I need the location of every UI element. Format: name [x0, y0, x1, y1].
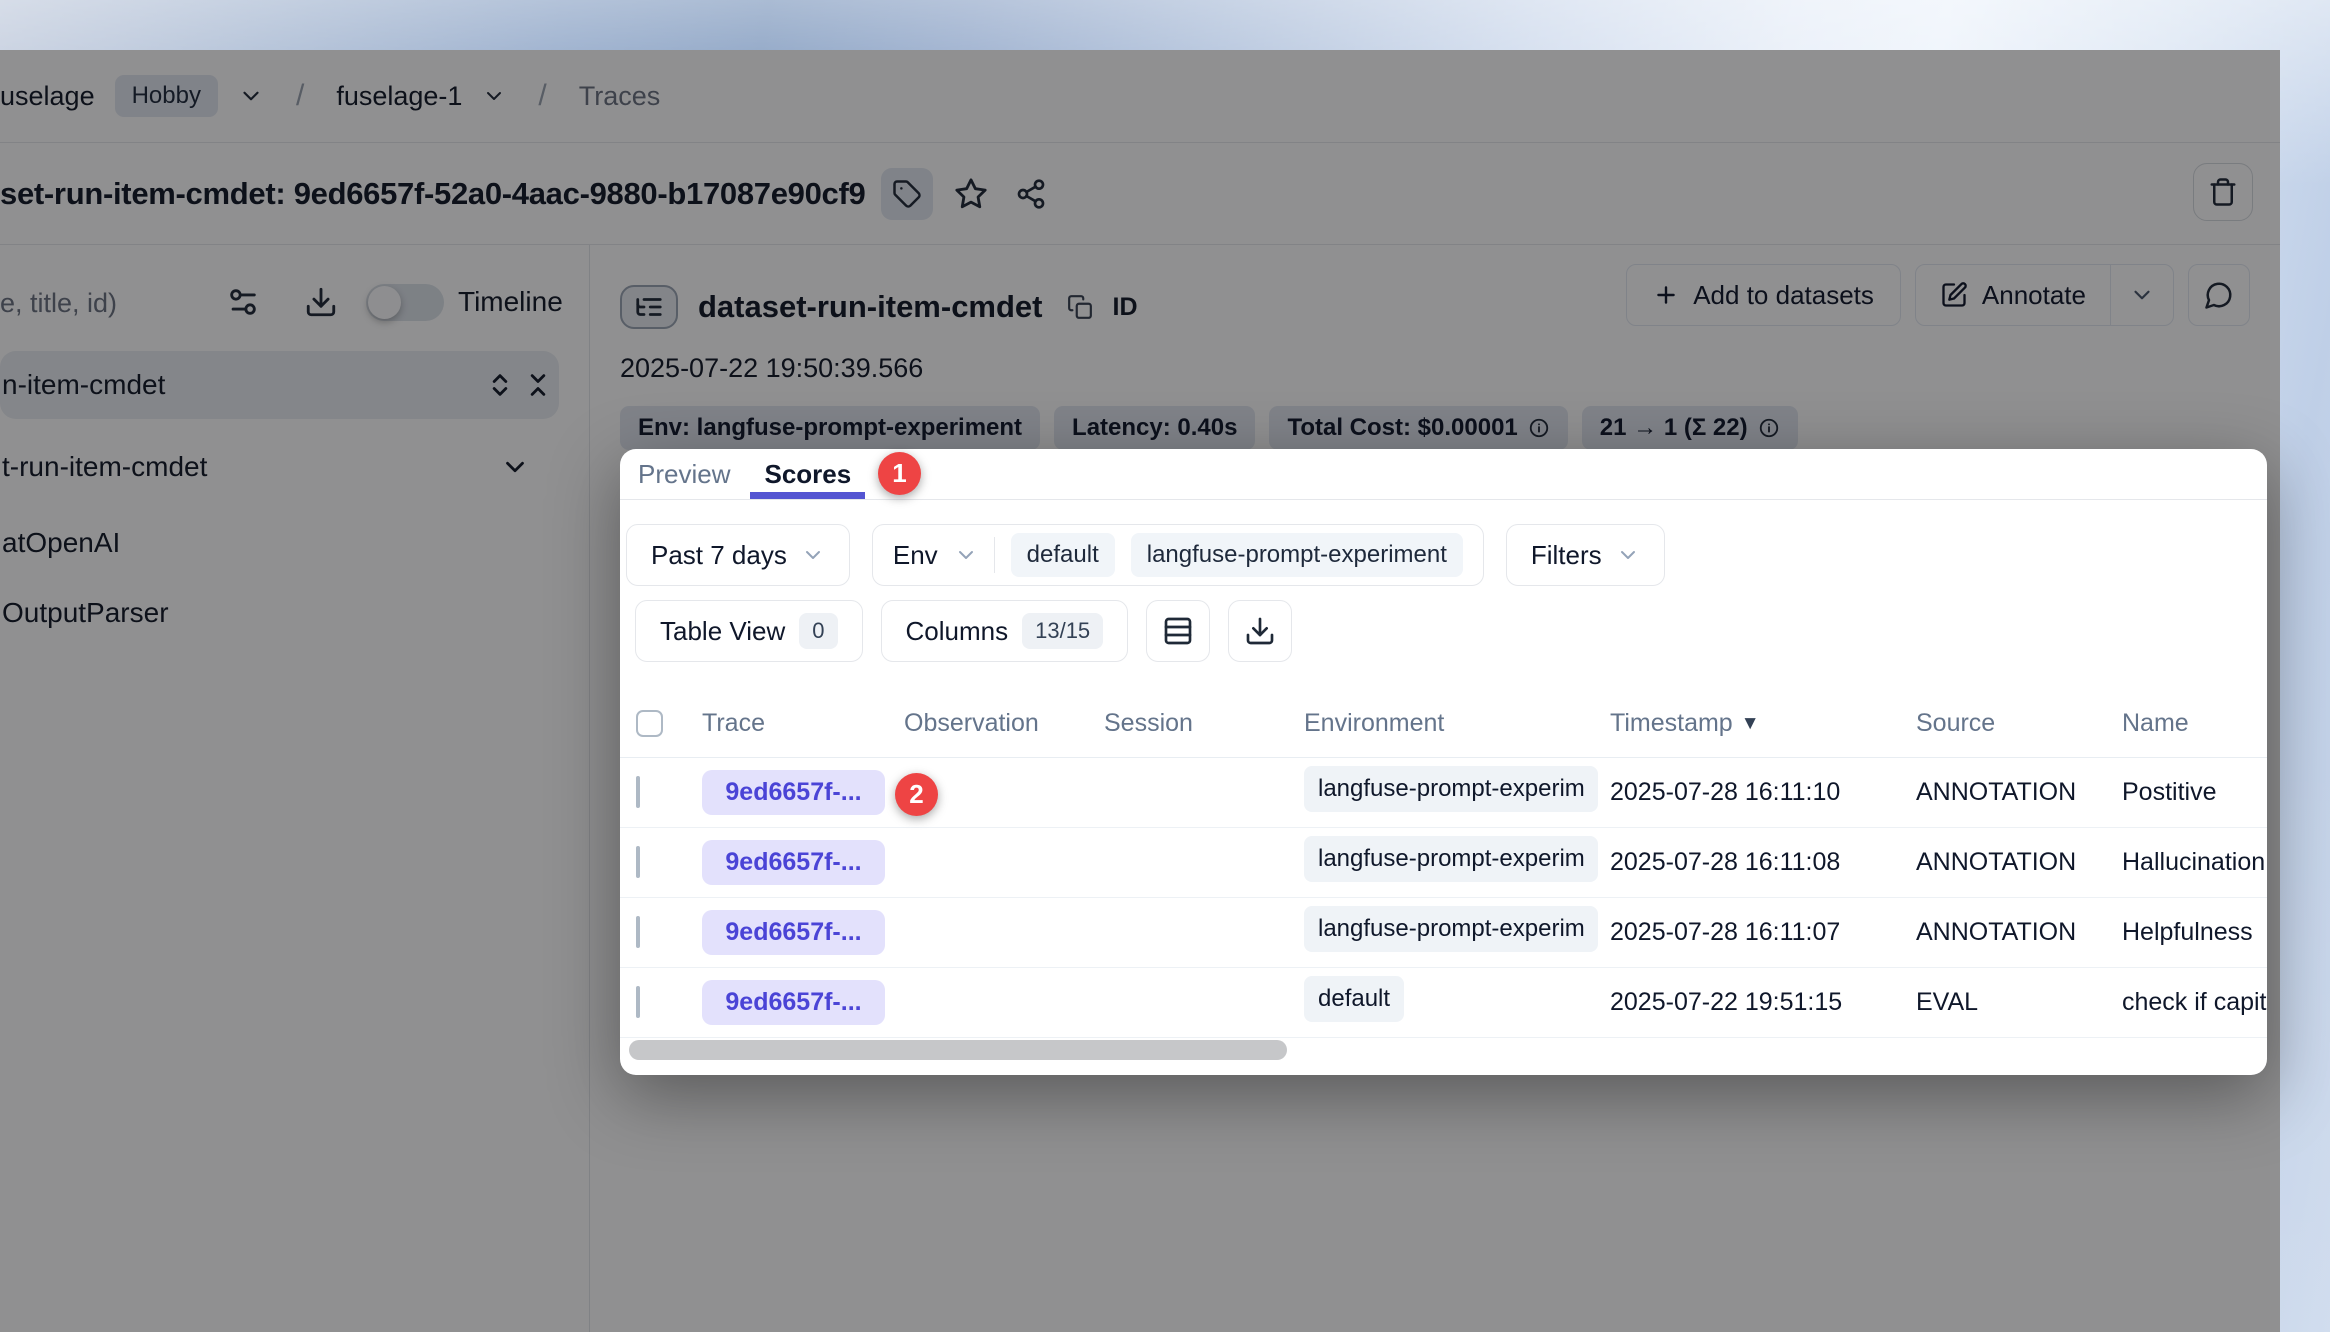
name-cell: Helpfulness — [2122, 918, 2267, 947]
date-range-label: Past 7 days — [651, 540, 787, 571]
tab-preview[interactable]: Preview — [638, 449, 730, 499]
table-view-button[interactable]: Table View 0 — [635, 600, 863, 662]
trace-id-link[interactable]: 9ed6657f-... — [702, 840, 885, 885]
table-row[interactable]: 9ed6657f-... default 2025-07-22 19:51:15… — [620, 968, 2267, 1038]
row-select-cell — [620, 918, 702, 947]
tab-bar: Preview Scores — [620, 449, 2267, 500]
scrollbar-thumb[interactable] — [629, 1040, 1287, 1060]
row-checkbox[interactable] — [636, 776, 640, 808]
row-select-cell — [620, 988, 702, 1017]
environment-cell: langfuse-prompt-experim — [1304, 906, 1610, 959]
environment-chip: langfuse-prompt-experim — [1304, 766, 1598, 812]
environment-cell: langfuse-prompt-experim — [1304, 836, 1610, 889]
select-all-cell — [620, 710, 702, 737]
columns-count: 13/15 — [1022, 613, 1103, 649]
timestamp-cell: 2025-07-28 16:11:10 — [1610, 778, 1916, 807]
source-cell: EVAL — [1916, 988, 2122, 1017]
col-header-session[interactable]: Session — [1104, 709, 1304, 738]
trace-cell: 9ed6657f-... — [702, 910, 904, 955]
source-cell: ANNOTATION — [1916, 778, 2122, 807]
filters-label: Filters — [1531, 540, 1602, 571]
filter-row: Past 7 days Env default langfuse-prompt-… — [626, 524, 1665, 586]
export-download-button[interactable] — [1228, 600, 1292, 662]
trace-id-link[interactable]: 9ed6657f-... — [702, 910, 885, 955]
columns-label: Columns — [906, 616, 1009, 647]
environment-cell: langfuse-prompt-experim — [1304, 766, 1610, 819]
table-view-count: 0 — [799, 613, 837, 649]
row-height-button[interactable] — [1146, 600, 1210, 662]
name-cell: Postitive — [2122, 778, 2267, 807]
annotation-marker-2: 2 — [895, 773, 938, 816]
col-header-name[interactable]: Name — [2122, 709, 2267, 738]
trace-cell: 9ed6657f-... — [702, 840, 904, 885]
table-row[interactable]: 9ed6657f-... langfuse-prompt-experim 202… — [620, 758, 2267, 828]
row-checkbox[interactable] — [636, 916, 640, 948]
timestamp-cell: 2025-07-28 16:11:07 — [1610, 918, 1916, 947]
trace-id-link[interactable]: 9ed6657f-... — [702, 770, 885, 815]
environment-cell: default — [1304, 976, 1610, 1029]
col-header-environment[interactable]: Environment — [1304, 709, 1610, 738]
row-checkbox[interactable] — [636, 846, 640, 878]
filters-button[interactable]: Filters — [1506, 524, 1665, 586]
table-row[interactable]: 9ed6657f-... langfuse-prompt-experim 202… — [620, 828, 2267, 898]
timestamp-cell: 2025-07-22 19:51:15 — [1610, 988, 1916, 1017]
sort-desc-icon: ▼ — [1741, 713, 1760, 735]
name-cell: check if capital — [2122, 988, 2267, 1017]
trace-cell: 9ed6657f-... — [702, 770, 904, 815]
row-checkbox[interactable] — [636, 986, 640, 1018]
scores-panel: Preview Scores Past 7 days Env default l… — [620, 449, 2267, 1075]
col-header-trace[interactable]: Trace — [702, 709, 904, 738]
col-header-source[interactable]: Source — [1916, 709, 2122, 738]
timestamp-cell: 2025-07-28 16:11:08 — [1610, 848, 1916, 877]
name-cell: Hallucination — [2122, 848, 2267, 877]
chevron-down-icon — [1616, 543, 1640, 567]
trace-cell: 9ed6657f-... — [702, 980, 904, 1025]
col-header-observation[interactable]: Observation — [904, 709, 1104, 738]
source-cell: ANNOTATION — [1916, 848, 2122, 877]
divider — [994, 537, 995, 573]
source-cell: ANNOTATION — [1916, 918, 2122, 947]
row-select-cell — [620, 778, 702, 807]
row-select-cell — [620, 848, 702, 877]
scores-table: Trace Observation Session Environment Ti… — [620, 690, 2267, 1038]
annotation-marker-1: 1 — [878, 452, 921, 495]
env-filter-label: Env — [893, 540, 938, 571]
table-header-row: Trace Observation Session Environment Ti… — [620, 690, 2267, 758]
env-value-chip[interactable]: langfuse-prompt-experiment — [1131, 533, 1463, 577]
select-all-checkbox[interactable] — [636, 710, 663, 737]
table-row[interactable]: 9ed6657f-... langfuse-prompt-experim 202… — [620, 898, 2267, 968]
tab-scores[interactable]: Scores — [764, 449, 851, 499]
date-range-button[interactable]: Past 7 days — [626, 524, 850, 586]
chevron-down-icon — [801, 543, 825, 567]
env-value-chip[interactable]: default — [1011, 533, 1115, 577]
env-filter-button[interactable]: Env default langfuse-prompt-experiment — [872, 524, 1484, 586]
environment-chip: langfuse-prompt-experim — [1304, 906, 1598, 952]
table-view-label: Table View — [660, 616, 785, 647]
columns-button[interactable]: Columns 13/15 — [881, 600, 1129, 662]
rows-icon — [1162, 615, 1194, 647]
chevron-down-icon — [954, 543, 978, 567]
col-header-timestamp[interactable]: Timestamp ▼ — [1610, 709, 1916, 738]
environment-chip: langfuse-prompt-experim — [1304, 836, 1598, 882]
timestamp-header-label: Timestamp — [1610, 709, 1733, 738]
environment-chip: default — [1304, 976, 1404, 1022]
horizontal-scrollbar — [620, 1040, 2267, 1060]
table-toolbar: Table View 0 Columns 13/15 — [635, 600, 1292, 662]
download-icon — [1244, 615, 1276, 647]
trace-id-link[interactable]: 9ed6657f-... — [702, 980, 885, 1025]
